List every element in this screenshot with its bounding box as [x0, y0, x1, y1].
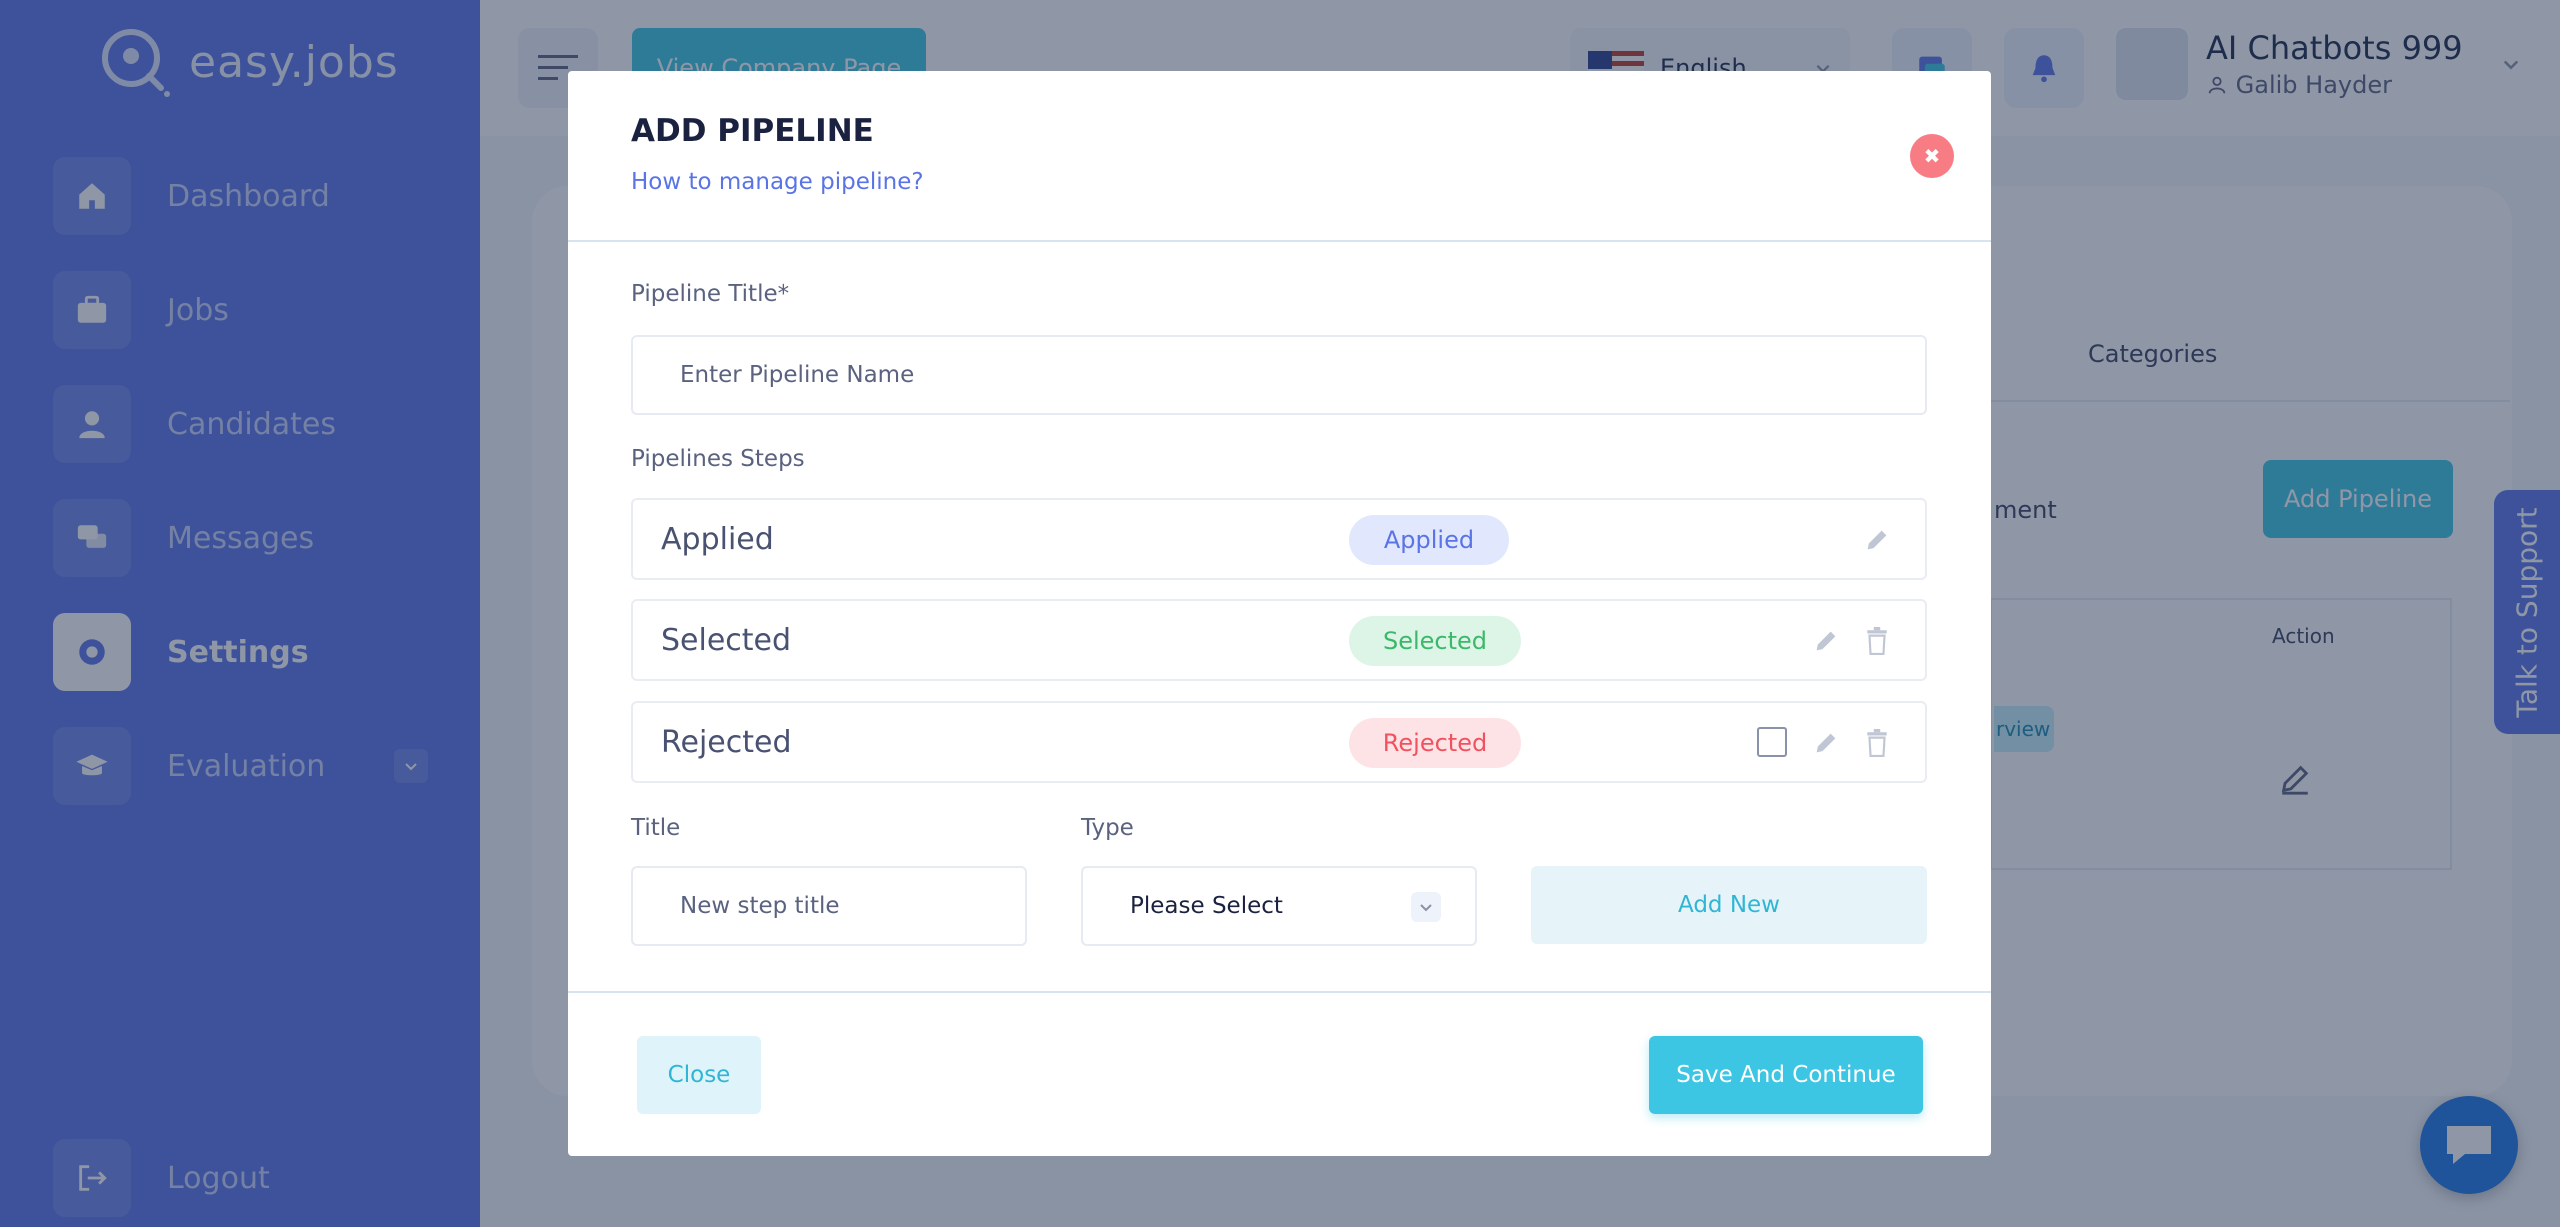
steps-label: Pipelines Steps — [631, 446, 805, 472]
help-link[interactable]: How to manage pipeline? — [631, 169, 924, 195]
status-badge: Rejected — [1349, 718, 1521, 768]
step-title-label: Title — [631, 815, 681, 841]
step-checkbox[interactable] — [1757, 727, 1787, 757]
step-name: Selected — [661, 623, 792, 658]
modal-title: ADD PIPELINE — [631, 113, 874, 149]
edit-icon[interactable] — [1859, 522, 1895, 558]
modal-header: ADD PIPELINE How to manage pipeline? ✖ — [568, 71, 1991, 242]
step-type-select[interactable]: Please Select — [1081, 866, 1477, 946]
pipeline-step-row: Selected Selected — [631, 599, 1927, 681]
step-title-input[interactable]: New step title — [631, 866, 1027, 946]
step-name: Rejected — [661, 725, 792, 760]
add-new-step-button[interactable]: Add New — [1531, 866, 1927, 944]
save-and-continue-button[interactable]: Save And Continue — [1649, 1036, 1923, 1114]
step-type-label: Type — [1081, 815, 1134, 841]
footer-divider — [568, 991, 1991, 993]
edit-icon[interactable] — [1808, 623, 1844, 659]
pipeline-title-input[interactable]: Enter Pipeline Name — [631, 335, 1927, 415]
close-button[interactable]: Close — [637, 1036, 761, 1114]
trash-icon[interactable] — [1859, 623, 1895, 659]
step-name: Applied — [661, 522, 774, 557]
pipeline-step-row: Rejected Rejected — [631, 701, 1927, 783]
step-type-value: Please Select — [1130, 893, 1283, 919]
trash-icon[interactable] — [1859, 725, 1895, 761]
pipeline-step-row: Applied Applied — [631, 498, 1927, 580]
status-badge: Applied — [1349, 515, 1509, 565]
close-icon[interactable]: ✖ — [1910, 134, 1954, 178]
add-pipeline-modal: ADD PIPELINE How to manage pipeline? ✖ P… — [568, 71, 1991, 1156]
chevron-down-icon — [1411, 892, 1441, 922]
edit-icon[interactable] — [1808, 725, 1844, 761]
status-badge: Selected — [1349, 616, 1521, 666]
pipeline-title-label: Pipeline Title* — [631, 281, 790, 307]
